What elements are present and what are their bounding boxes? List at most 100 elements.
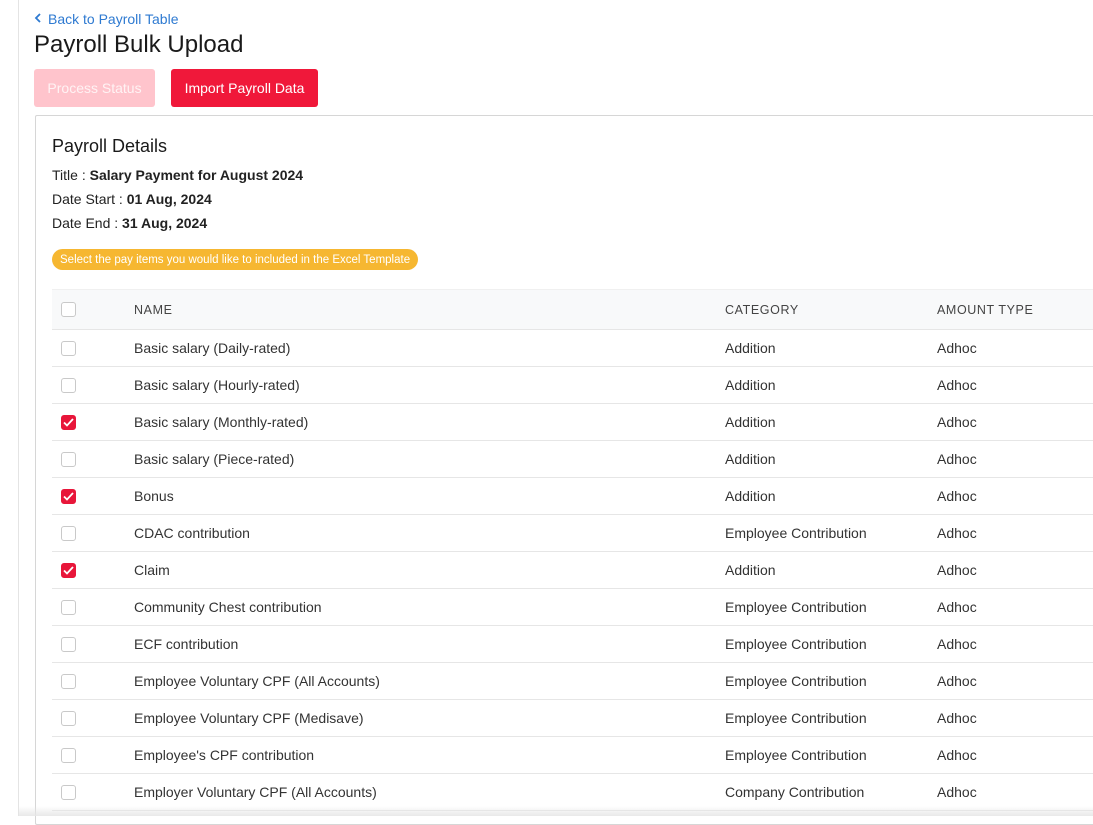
table-row: Basic salary (Monthly-rated) Addition Adho…: [52, 404, 1093, 441]
table-body: Basic salary (Daily-rated) Addition Adhoc B…: [52, 330, 1093, 811]
row-checkbox[interactable]: [61, 747, 76, 763]
row-name: Employee Voluntary CPF (Medisave): [134, 710, 364, 726]
row-checkbox-cell: [61, 562, 76, 578]
row-name: Claim: [134, 562, 170, 578]
row-category: Employee Contribution: [725, 636, 867, 652]
payroll-details-heading: Payroll Details: [52, 136, 168, 156]
header-category: CATEGORY: [725, 302, 799, 317]
excel-template-hint-badge: Select the pay items you would like to i…: [52, 249, 419, 270]
row-checkbox[interactable]: [61, 636, 76, 652]
row-checkbox[interactable]: [61, 377, 76, 393]
row-name: Basic salary (Daily-rated): [134, 340, 291, 356]
date-end-label: Date End :: [52, 215, 123, 231]
back-link-label: Back to Payroll Table: [48, 11, 179, 27]
import-payroll-data-button[interactable]: Import Payroll Data: [171, 69, 318, 107]
page-container: Back to Payroll Table Payroll Bulk Uploa…: [18, 0, 1093, 825]
row-checkbox-cell: [61, 525, 76, 541]
row-checkbox-cell: [61, 784, 76, 800]
table-row: Bonus Addition Adhoc: [52, 478, 1093, 515]
row-checkbox-cell: [61, 451, 76, 467]
payroll-title-label: Title :: [52, 167, 90, 183]
table-row: Basic salary (Hourly-rated) Addition Adhoc: [52, 367, 1093, 404]
row-name: Basic salary (Monthly-rated): [134, 414, 309, 430]
row-amount-type: Adhoc: [937, 710, 977, 726]
row-category: Employee Contribution: [725, 599, 867, 615]
date-end-value: 31 Aug, 2024: [122, 215, 208, 231]
row-checkbox[interactable]: [61, 414, 76, 430]
row-amount-type: Adhoc: [937, 377, 977, 393]
row-amount-type: Adhoc: [937, 340, 977, 356]
row-category: Addition: [725, 377, 776, 393]
row-category: Addition: [725, 451, 776, 467]
row-checkbox-cell: [61, 710, 76, 726]
row-name: Employee's CPF contribution: [134, 747, 315, 763]
row-category: Employee Contribution: [725, 710, 867, 726]
row-checkbox[interactable]: [61, 673, 76, 689]
select-all-cell: [61, 302, 76, 317]
back-to-payroll-table-link[interactable]: Back to Payroll Table: [34, 11, 178, 27]
row-checkbox[interactable]: [61, 784, 76, 800]
row-name: Basic salary (Piece-rated): [134, 451, 295, 467]
row-category: Addition: [725, 414, 776, 430]
row-checkbox-cell: [61, 377, 76, 393]
row-checkbox[interactable]: [61, 488, 76, 504]
row-checkbox[interactable]: [61, 451, 76, 467]
row-category: Addition: [725, 562, 776, 578]
row-checkbox-cell: [61, 488, 76, 504]
row-category: Addition: [725, 340, 776, 356]
row-amount-type: Adhoc: [937, 562, 977, 578]
row-amount-type: Adhoc: [937, 673, 977, 689]
row-name: CDAC contribution: [134, 525, 250, 541]
row-amount-type: Adhoc: [937, 636, 977, 652]
header-amount-type: AMOUNT TYPE: [937, 302, 1034, 317]
pay-items-table: NAME CATEGORY AMOUNT TYPE Basic salary (…: [52, 289, 1093, 811]
row-category: Employee Contribution: [725, 525, 867, 541]
payroll-details-panel: Payroll Details Title : Salary Payment f…: [35, 115, 1093, 825]
table-row: ECF contribution Employee Contribution Adh…: [52, 626, 1093, 663]
date-start-value: 01 Aug, 2024: [126, 191, 212, 207]
row-amount-type: Adhoc: [937, 599, 977, 615]
row-checkbox[interactable]: [61, 525, 76, 541]
payroll-title-value: Salary Payment for August 2024: [89, 167, 304, 183]
row-name: Basic salary (Hourly-rated): [134, 377, 300, 393]
table-row: Employee Voluntary CPF (Medisave) Employe…: [52, 700, 1093, 737]
row-checkbox-cell: [61, 340, 76, 356]
bottom-fade: [19, 806, 1093, 816]
date-start-label: Date Start :: [52, 191, 127, 207]
select-all-checkbox[interactable]: [61, 302, 76, 317]
chevron-left-icon: [34, 12, 42, 26]
row-checkbox[interactable]: [61, 562, 76, 578]
table-row: Employee's CPF contribution Employee Cont…: [52, 737, 1093, 774]
table-row: Community Chest contribution Employee Con…: [52, 589, 1093, 626]
row-category: Addition: [725, 488, 776, 504]
row-checkbox-cell: [61, 599, 76, 615]
row-name: Community Chest contribution: [134, 599, 322, 615]
row-name: Employee Voluntary CPF (All Accounts): [134, 673, 380, 689]
row-name: Employer Voluntary CPF (All Accounts): [134, 784, 377, 800]
row-category: Employee Contribution: [725, 747, 867, 763]
payroll-title-line: Title : Salary Payment for August 2024: [52, 167, 303, 183]
table-row: Employee Voluntary CPF (All Accounts) Emp…: [52, 663, 1093, 700]
row-category: Company Contribution: [725, 784, 865, 800]
row-name: ECF contribution: [134, 636, 239, 652]
table-header-row: NAME CATEGORY AMOUNT TYPE: [52, 289, 1093, 330]
header-name: NAME: [134, 302, 173, 317]
row-checkbox[interactable]: [61, 599, 76, 615]
row-name: Bonus: [134, 488, 174, 504]
row-amount-type: Adhoc: [937, 414, 977, 430]
table-row: Basic salary (Daily-rated) Addition Adhoc: [52, 330, 1093, 367]
process-status-button[interactable]: Process Status: [34, 69, 155, 107]
row-checkbox[interactable]: [61, 340, 76, 356]
row-amount-type: Adhoc: [937, 451, 977, 467]
row-checkbox-cell: [61, 673, 76, 689]
row-amount-type: Adhoc: [937, 525, 977, 541]
table-row: Basic salary (Piece-rated) Addition Adhoc: [52, 441, 1093, 478]
date-end-line: Date End : 31 Aug, 2024: [52, 215, 207, 231]
row-checkbox-cell: [61, 636, 76, 652]
row-amount-type: Adhoc: [937, 784, 977, 800]
table-row: CDAC contribution Employee Contribution Ad…: [52, 515, 1093, 552]
page-title: Payroll Bulk Upload: [34, 31, 244, 58]
row-checkbox-cell: [61, 747, 76, 763]
row-checkbox[interactable]: [61, 710, 76, 726]
row-amount-type: Adhoc: [937, 488, 977, 504]
